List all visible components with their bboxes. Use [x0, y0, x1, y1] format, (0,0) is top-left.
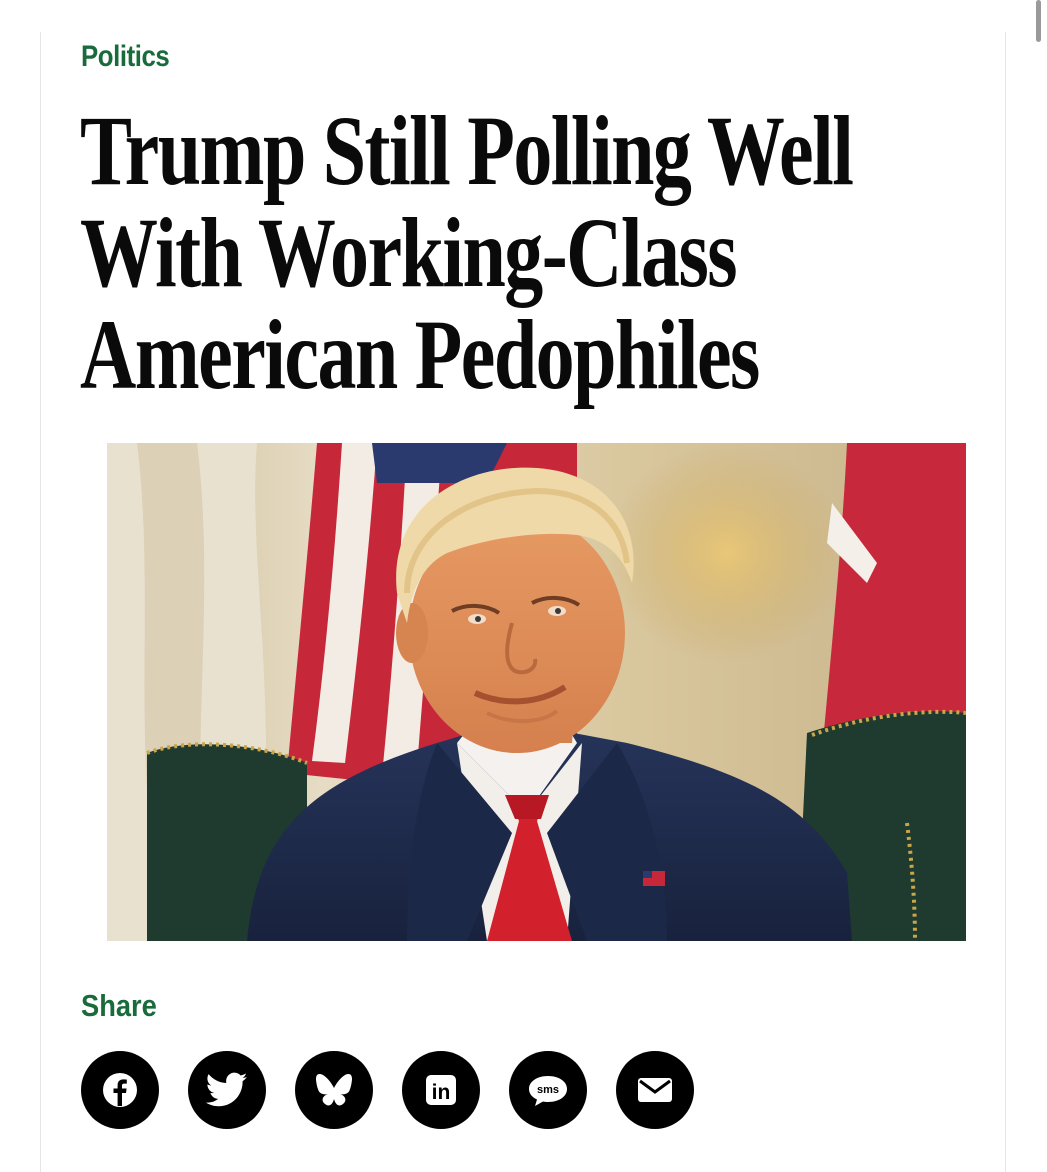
linkedin-icon: in [426, 1075, 456, 1105]
headline-line: With Working-Class [80, 197, 738, 308]
share-bluesky-button[interactable] [295, 1051, 373, 1129]
headline-line: Trump Still Polling Well [80, 95, 854, 206]
bluesky-icon [316, 1074, 352, 1106]
share-sms-button[interactable]: sms [509, 1051, 587, 1129]
share-label: Share [81, 988, 157, 1023]
category-link[interactable]: Politics [81, 40, 170, 74]
scrollbar[interactable] [1036, 0, 1041, 42]
share-buttons: in sms [81, 1051, 694, 1129]
hero-image [107, 443, 966, 941]
headline-line: American Pedophiles [80, 299, 760, 410]
share-twitter-button[interactable] [188, 1051, 266, 1129]
share-facebook-button[interactable] [81, 1051, 159, 1129]
linkedin-glyph: in [432, 1081, 451, 1104]
sms-glyph: sms [537, 1084, 559, 1096]
article-headline: Trump Still Polling Well With Working-Cl… [80, 95, 854, 410]
twitter-icon [206, 1072, 248, 1107]
email-icon [638, 1078, 672, 1102]
share-email-button[interactable] [616, 1051, 694, 1129]
facebook-icon [103, 1073, 137, 1107]
share-linkedin-button[interactable]: in [402, 1051, 480, 1129]
sms-icon: sms [529, 1076, 567, 1106]
